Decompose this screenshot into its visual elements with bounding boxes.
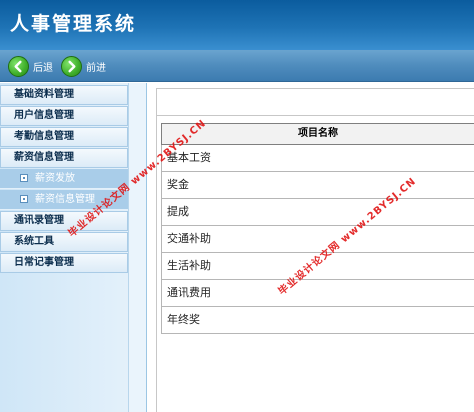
content-header-bar (156, 88, 474, 116)
back-label: 后退 (33, 62, 53, 74)
sidebar-item-salary[interactable]: 薪资信息管理 (0, 148, 128, 168)
table-row: 通讯费用 (161, 280, 474, 307)
app-title: 人事管理系统 (10, 13, 137, 35)
salary-items-table: 项目名称 基本工资 奖金 提成 交通补助 生活补助 通讯费用 年终奖 (161, 123, 474, 334)
bullet-icon (20, 195, 28, 203)
table-row: 基本工资 (161, 145, 474, 172)
sidebar: 基础资料管理 用户信息管理 考勤信息管理 薪资信息管理 薪资发放 薪资信息管理 … (0, 83, 147, 412)
sidebar-scroll-track[interactable] (128, 83, 146, 412)
sidebar-subitem-salary-payout[interactable]: 薪资发放 (0, 169, 128, 189)
sidebar-item-system-tools[interactable]: 系统工具 (0, 232, 128, 252)
forward-button[interactable]: 前进 (61, 54, 106, 78)
back-button[interactable]: 后退 (8, 54, 53, 78)
sidebar-item-daily-notes[interactable]: 日常记事管理 (0, 253, 128, 273)
sidebar-item-user-info[interactable]: 用户信息管理 (0, 106, 128, 126)
forward-label: 前进 (86, 62, 106, 74)
toolbar: 后退 前进 (0, 50, 474, 82)
arrow-right-icon (61, 55, 82, 77)
table-row: 奖金 (161, 172, 474, 199)
arrow-left-icon (8, 55, 29, 77)
sidebar-item-basic-data[interactable]: 基础资料管理 (0, 85, 128, 105)
table-row: 提成 (161, 199, 474, 226)
bullet-icon (20, 174, 28, 182)
app-header: 人事管理系统 (0, 0, 474, 50)
sidebar-subitem-label: 薪资发放 (35, 173, 75, 184)
table-row: 年终奖 (161, 307, 474, 334)
sidebar-subitem-label: 薪资信息管理 (35, 194, 95, 205)
sidebar-item-attendance[interactable]: 考勤信息管理 (0, 127, 128, 147)
